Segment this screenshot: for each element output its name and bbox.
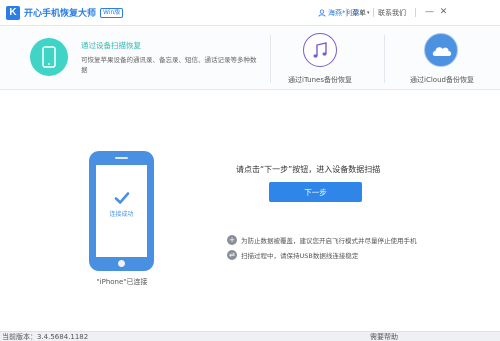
tip-text: 为防止数据被覆盖，建议您开启飞行模式并尽量停止使用手机: [241, 237, 417, 245]
tip-text: 扫描过程中，请保持USB数据线连接稳定: [241, 252, 359, 260]
phone-speaker: [115, 157, 128, 159]
menu-label: 菜单: [352, 9, 366, 17]
mode-icloud-label: 通过iCloud备份恢复: [410, 76, 474, 84]
plus-icon: +: [227, 235, 237, 245]
tip-usb: ⇌ 扫描过程中，请保持USB数据线连接稳定: [227, 250, 358, 260]
connection-success-text: 连接成功: [109, 211, 134, 218]
instruction-text: 请点击“下一步”按钮，进入设备数据扫描: [236, 165, 381, 174]
divider: [270, 35, 271, 83]
usb-icon: ⇌: [227, 250, 237, 260]
menu-button[interactable]: 菜单 ▾: [352, 8, 370, 18]
chevron-down-icon: ▾: [367, 10, 370, 16]
title-bar: K 开心手机恢复大师 Win版 海燕*利尔 ▾ 菜单 ▾ 联系我们 — ✕: [0, 0, 500, 26]
divider: [384, 35, 385, 83]
cloud-icon: [424, 33, 458, 67]
user-icon: [318, 9, 326, 17]
divider: [346, 8, 347, 17]
contact-us-link[interactable]: 联系我们: [378, 8, 406, 18]
phone-screen: 连接成功: [96, 165, 147, 257]
next-step-button[interactable]: 下一步: [269, 182, 362, 202]
phone-home-button: [118, 260, 125, 267]
minimize-button[interactable]: —: [424, 7, 435, 18]
app-title: 开心手机恢复大师: [24, 9, 97, 19]
phone-icon: [30, 38, 68, 76]
close-button[interactable]: ✕: [438, 7, 449, 18]
app-logo-icon: K: [6, 5, 20, 20]
recovery-mode-bar: 通过设备扫描恢复 可恢复苹果设备的通讯录、备忘录、短信、通话记录等多种数据 通过…: [0, 27, 500, 90]
checkmark-icon: [114, 192, 130, 204]
device-phone-illustration: 连接成功: [89, 151, 154, 271]
divider: [415, 8, 416, 17]
device-connected-label: "iPhone"已连接: [96, 278, 148, 286]
edition-badge: Win版: [100, 7, 124, 18]
mode-itunes-label: 通过iTunes备份恢复: [288, 76, 352, 84]
music-note-icon: [303, 33, 337, 67]
help-link[interactable]: 需要帮助: [370, 332, 398, 341]
version-text: 当前版本：3.4.5684.1182: [2, 333, 89, 341]
divider: [373, 8, 374, 17]
mode-device-scan-desc: 可恢复苹果设备的通讯录、备忘录、短信、通话记录等多种数据: [81, 56, 257, 74]
mode-device-scan-title: 通过设备扫描恢复: [81, 41, 141, 50]
status-bar: 当前版本：3.4.5684.1182 需要帮助: [0, 331, 500, 341]
tip-airplane-mode: + 为防止数据被覆盖，建议您开启飞行模式并尽量停止使用手机: [227, 235, 417, 245]
